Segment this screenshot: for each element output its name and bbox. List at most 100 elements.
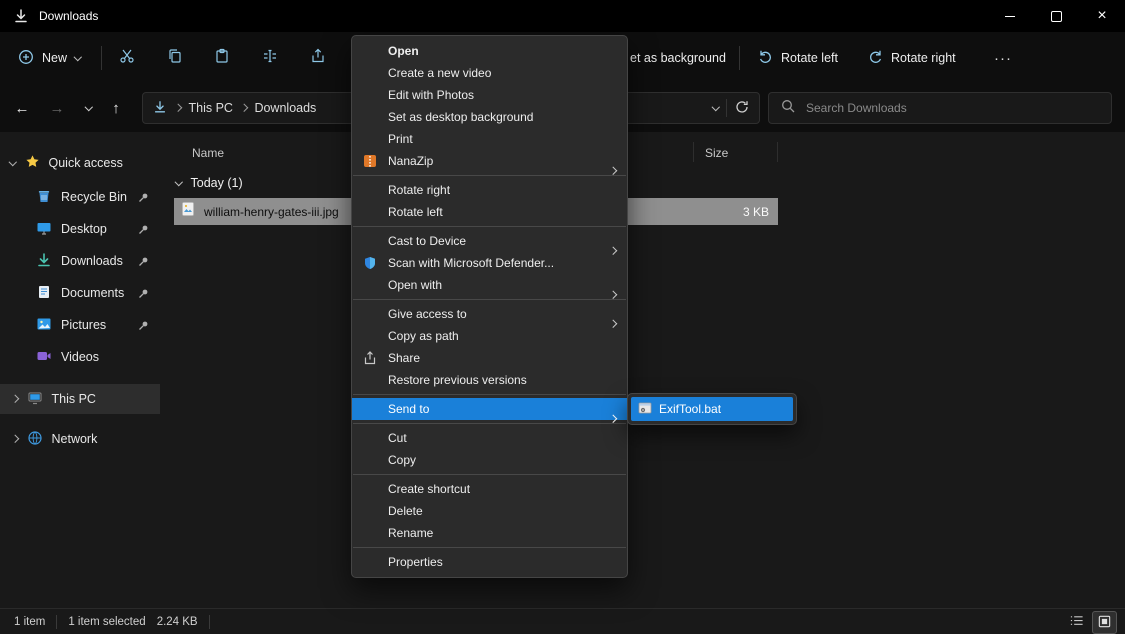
cut-icon — [119, 48, 135, 69]
pin-icon — [138, 320, 149, 331]
rename-icon — [262, 48, 278, 69]
sidebar-item-this-pc[interactable]: This PC — [0, 384, 160, 414]
menu-item-set-as-desktop-background[interactable]: Set as desktop background — [352, 106, 627, 128]
toolbar-divider — [101, 46, 102, 70]
view-switcher — [1065, 611, 1117, 634]
maximize-button[interactable] — [1033, 0, 1079, 32]
menu-item-give-access-to[interactable]: Give access to — [352, 303, 627, 325]
rotate-left-label: Rotate left — [781, 51, 838, 65]
recent-locations-button[interactable] — [76, 95, 102, 121]
menu-item-scan-with-microsoft-defender[interactable]: Scan with Microsoft Defender... — [352, 252, 627, 274]
star-icon — [25, 154, 40, 172]
menu-item-edit-with-photos[interactable]: Edit with Photos — [352, 84, 627, 106]
rotate-left-button[interactable]: Rotate left — [748, 41, 848, 75]
status-bar: 1 item 1 item selected 2.24 KB — [0, 608, 1125, 634]
send-to-submenu: ExifTool.bat — [627, 393, 797, 425]
copy-button[interactable] — [158, 42, 192, 74]
copy-icon — [167, 48, 183, 69]
sidebar-item-quick-access[interactable]: Quick access — [0, 148, 160, 178]
menu-item-label: Cut — [388, 431, 407, 445]
pin-icon — [138, 192, 149, 203]
sidebar-item-videos[interactable]: Videos — [0, 342, 160, 372]
menu-item-print[interactable]: Print — [352, 128, 627, 150]
recycle-bin-icon — [36, 188, 52, 207]
file-name: william-henry-gates-iii.jpg — [204, 205, 339, 219]
menu-separator — [353, 547, 626, 548]
search-box[interactable] — [768, 92, 1112, 124]
menu-item-label: Copy — [388, 453, 416, 467]
breadcrumb-downloads[interactable]: Downloads — [254, 101, 316, 115]
menu-separator — [353, 394, 626, 395]
group-header-today[interactable]: Today (1) — [176, 176, 243, 190]
breadcrumb-this-pc[interactable]: This PC — [189, 101, 233, 115]
menu-item-label: Edit with Photos — [388, 88, 474, 102]
column-divider[interactable] — [777, 142, 778, 162]
menu-item-copy[interactable]: Copy — [352, 449, 627, 471]
close-icon: × — [1097, 8, 1106, 24]
menu-item-rename[interactable]: Rename — [352, 522, 627, 544]
refresh-button[interactable] — [735, 100, 749, 117]
pin-icon — [138, 224, 149, 235]
details-view-button[interactable] — [1065, 611, 1088, 632]
menu-item-send-to[interactable]: Send to — [352, 398, 627, 420]
chevron-right-icon[interactable] — [11, 395, 19, 403]
chevron-right-icon[interactable] — [11, 435, 19, 443]
column-header-size[interactable]: Size — [705, 146, 728, 160]
menu-item-delete[interactable]: Delete — [352, 500, 627, 522]
new-button[interactable]: New — [8, 41, 91, 75]
menu-item-share[interactable]: Share — [352, 347, 627, 369]
sidebar-item-pictures[interactable]: Pictures — [0, 310, 160, 340]
sidebar-item-downloads[interactable]: Downloads — [0, 246, 160, 276]
address-dropdown-icon[interactable] — [711, 103, 719, 111]
sidebar-item-desktop[interactable]: Desktop — [0, 214, 160, 244]
rotate-right-button[interactable]: Rotate right — [858, 41, 966, 75]
chevron-down-icon[interactable] — [9, 158, 17, 166]
menu-item-create-shortcut[interactable]: Create shortcut — [352, 478, 627, 500]
search-input[interactable] — [804, 100, 1099, 116]
sidebar-item-network[interactable]: Network — [0, 424, 160, 454]
thumbnail-view-button[interactable] — [1092, 611, 1117, 634]
submenu-item-exiftool-bat[interactable]: ExifTool.bat — [631, 397, 793, 421]
menu-item-open[interactable]: Open — [352, 40, 627, 62]
menu-item-cast-to-device[interactable]: Cast to Device — [352, 230, 627, 252]
status-selection: 1 item selected — [68, 616, 145, 628]
menu-item-create-a-new-video[interactable]: Create a new video — [352, 62, 627, 84]
menu-item-copy-as-path[interactable]: Copy as path — [352, 325, 627, 347]
paste-button[interactable] — [205, 42, 239, 74]
status-divider — [209, 615, 210, 629]
chevron-down-icon — [175, 178, 183, 186]
menu-item-rotate-right[interactable]: Rotate right — [352, 179, 627, 201]
menu-item-open-with[interactable]: Open with — [352, 274, 627, 296]
back-button[interactable]: ← — [9, 95, 35, 121]
sidebar-item-recycle-bin[interactable]: Recycle Bin — [0, 182, 160, 212]
defender-shield-icon — [363, 256, 377, 270]
rotate-right-icon — [868, 49, 883, 67]
details-view-icon — [1069, 613, 1084, 631]
set-as-background-button[interactable]: et as background — [630, 32, 726, 84]
menu-separator — [353, 226, 626, 227]
title-bar: Downloads × — [0, 0, 1125, 32]
column-header-name[interactable]: Name — [192, 146, 224, 160]
paste-icon — [214, 48, 230, 69]
up-button[interactable]: ↑ — [103, 95, 129, 121]
rename-button[interactable] — [253, 42, 287, 74]
menu-item-label: Rename — [388, 526, 433, 540]
sidebar-item-documents[interactable]: Documents — [0, 278, 160, 308]
share-button[interactable] — [301, 42, 335, 74]
search-icon — [781, 99, 795, 118]
thumbnail-view-icon — [1097, 614, 1112, 632]
menu-item-restore-previous-versions[interactable]: Restore previous versions — [352, 369, 627, 391]
column-divider[interactable] — [693, 142, 694, 162]
close-button[interactable]: × — [1079, 0, 1125, 32]
forward-button[interactable]: → — [44, 95, 70, 121]
plus-circle-icon — [18, 49, 34, 68]
menu-item-cut[interactable]: Cut — [352, 427, 627, 449]
menu-item-rotate-left[interactable]: Rotate left — [352, 201, 627, 223]
menu-item-properties[interactable]: Properties — [352, 551, 627, 573]
minimize-button[interactable] — [987, 0, 1033, 32]
cut-button[interactable] — [110, 42, 144, 74]
address-bar-divider — [726, 99, 727, 117]
menu-item-nanazip[interactable]: NanaZip — [352, 150, 627, 172]
ellipsis-icon: ··· — [994, 50, 1012, 67]
more-options-button[interactable]: ··· — [984, 41, 1022, 75]
